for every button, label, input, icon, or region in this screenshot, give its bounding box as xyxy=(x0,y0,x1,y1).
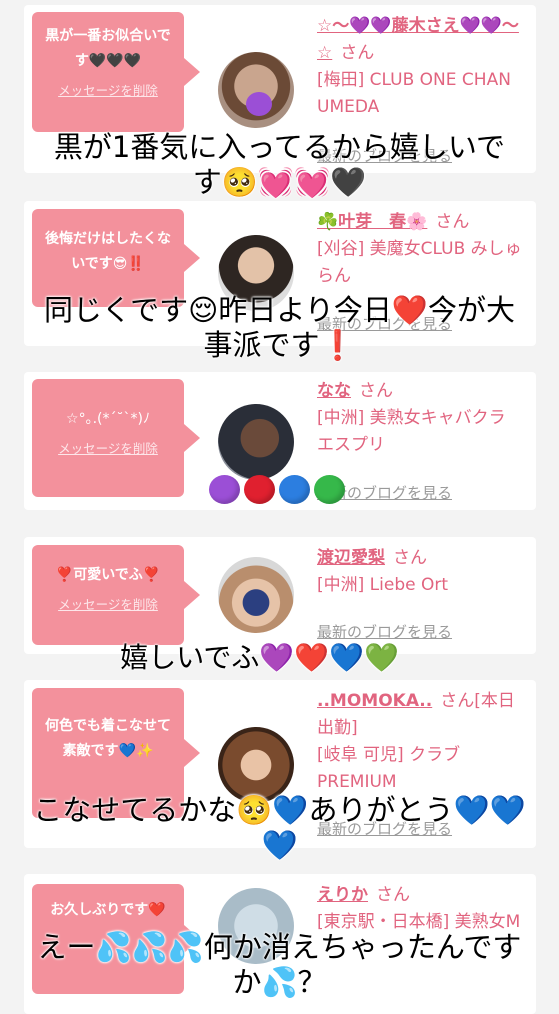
shop-name: [岐阜 可児] クラブ PREMIUM xyxy=(317,745,461,792)
avatar[interactable] xyxy=(218,727,294,803)
cast-name-link[interactable]: ☘️叶芽 春🌸 xyxy=(317,212,427,232)
cast-name-link[interactable]: 渡辺愛梨 xyxy=(317,548,385,568)
honorific: さん xyxy=(359,381,393,401)
caption-line: 同じくです😌昨日より今日❤️今が大 xyxy=(44,293,515,327)
caption-overlay: 黒が1番気に入ってるから嬉しいで す🥺💓💓🖤 xyxy=(0,130,559,200)
delete-message-link[interactable]: メッセージを削除 xyxy=(58,80,158,99)
green-heart-icon xyxy=(314,475,345,504)
caption-line: す🥺💓💓🖤 xyxy=(192,165,367,199)
caption-line: 黒が1番気に入ってるから嬉しいで xyxy=(53,130,506,164)
message-bubble: ☆°｡.(*ˊ˘ˋ*)ﾉ メッセージを削除 xyxy=(32,379,200,497)
avatar[interactable] xyxy=(218,52,294,128)
cast-info: ..MOMOKA.. さん[本日出勤] [岐阜 可児] クラブ PREMIUM xyxy=(317,688,527,796)
cast-info: ☆〜💜💜藤木さえ💜💜〜☆ さん [梅田] CLUB ONE CHAN UMEDA xyxy=(317,13,527,121)
message-text: 黒が一番お似合いです🖤🖤🖤 xyxy=(45,28,171,69)
purple-heart-icon xyxy=(209,475,240,504)
message-text: 何色でも着こなせて素敵です💙✨ xyxy=(45,718,171,759)
message-text: お久しぶりです❤️ xyxy=(50,902,166,918)
message-text: ❣️可愛いでふ❣️ xyxy=(55,567,161,583)
caption-line: か💦？ xyxy=(232,965,327,999)
cast-name-link[interactable]: えりか xyxy=(317,885,368,905)
heart-sticker xyxy=(246,92,272,116)
caption-line: 💙 xyxy=(261,828,298,862)
message-text: ☆°｡.(*ˊ˘ˋ*)ﾉ xyxy=(66,411,150,427)
message-bubble: 黒が一番お似合いです🖤🖤🖤 メッセージを削除 xyxy=(32,12,200,132)
delete-message-link[interactable]: メッセージを削除 xyxy=(58,594,158,613)
delete-message-link[interactable]: メッセージを削除 xyxy=(58,438,158,457)
honorific: さん xyxy=(376,885,410,905)
blue-heart-icon xyxy=(279,475,310,504)
caption-line: えー💦💦💦何か消えちゃったんです xyxy=(37,930,522,964)
message-text: 後悔だけはしたくないです😎‼️ xyxy=(45,231,171,272)
cast-info: ☘️叶芽 春🌸 さん [刈谷] 美魔女CLUB みしゅらん xyxy=(317,209,527,290)
caption-line: こなせてるかな🥺💙ありがとう💙💙 xyxy=(33,793,526,827)
caption-overlay: 嬉しいでふ💜❤️💙💚 xyxy=(0,640,559,675)
caption-overlay: えー💦💦💦何か消えちゃったんです か💦？ xyxy=(0,930,559,1000)
shop-name: [刈谷] 美魔女CLUB みしゅらん xyxy=(317,239,522,286)
red-heart-icon xyxy=(244,475,275,504)
caption-overlay: こなせてるかな🥺💙ありがとう💙💙 💙 xyxy=(0,793,559,863)
heart-sticker-row xyxy=(209,475,349,508)
caption-overlay: 同じくです😌昨日より今日❤️今が大 事派です❗️ xyxy=(0,293,559,363)
latest-blog-link[interactable]: 最新のブログを見る xyxy=(317,621,452,642)
caption-line: 事派です❗️ xyxy=(203,328,356,362)
caption-line: 嬉しいでふ💜❤️💙💚 xyxy=(120,641,399,674)
honorific: さん xyxy=(435,212,470,232)
shop-name: [梅田] CLUB ONE CHAN UMEDA xyxy=(317,70,511,117)
cast-info: 渡辺愛梨 さん [中洲] Liebe Ort xyxy=(317,545,527,599)
cast-info: えりか さん [東京駅・日本橋] 美熟女M xyxy=(317,882,527,936)
honorific: さん xyxy=(393,548,427,568)
avatar[interactable] xyxy=(218,557,294,633)
cast-info: なな さん [中洲] 美熟女キャバクラ エスプリ xyxy=(317,378,527,459)
message-bubble: ❣️可愛いでふ❣️ メッセージを削除 xyxy=(32,545,200,645)
shop-name: [中洲] 美熟女キャバクラ エスプリ xyxy=(317,408,506,455)
avatar[interactable] xyxy=(218,404,294,480)
message-card: ❣️可愛いでふ❣️ メッセージを削除 渡辺愛梨 さん [中洲] Liebe Ort… xyxy=(24,537,536,654)
cast-name-link[interactable]: なな xyxy=(317,381,351,401)
shop-name: [中洲] Liebe Ort xyxy=(317,575,449,595)
cast-name-link[interactable]: ..MOMOKA.. xyxy=(317,691,432,711)
honorific: さん xyxy=(340,43,375,63)
